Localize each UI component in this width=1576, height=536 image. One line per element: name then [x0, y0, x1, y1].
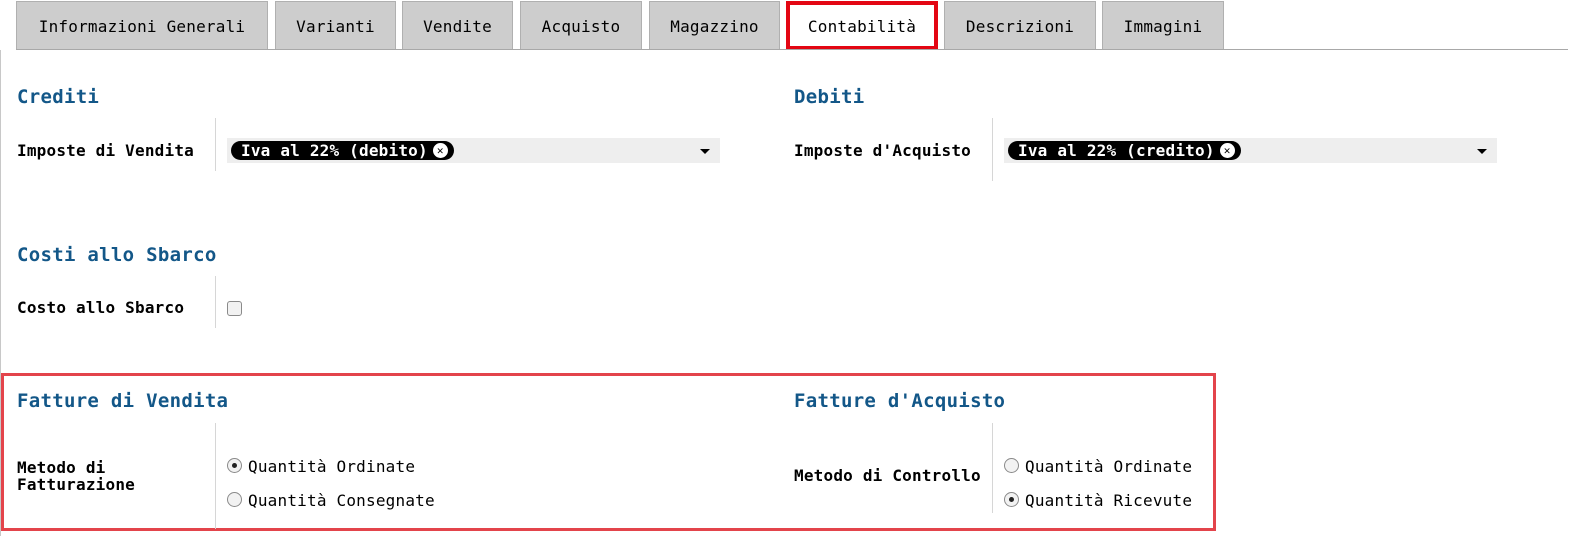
tab-underline [16, 49, 1568, 50]
radio-quantita-ordinate-acquisto[interactable]: Quantità Ordinate [1004, 457, 1192, 477]
tab-immagini[interactable]: Immagini [1102, 1, 1224, 50]
tax-tag-label: Iva al 22% (debito) [241, 141, 428, 160]
imposte-vendita-label: Imposte di Vendita [17, 141, 194, 160]
metodo-fatturazione-label-line1: Metodo di [17, 458, 106, 477]
radio-quantita-ricevute[interactable]: Quantità Ricevute [1004, 491, 1192, 511]
caret-down-icon[interactable] [700, 149, 710, 154]
tab-contabilita[interactable]: Contabilità [786, 1, 938, 50]
metodo-fatturazione-label: Metodo di Fatturazione [17, 459, 135, 493]
imposte-acquisto-select[interactable]: Iva al 22% (credito) ✕ [1004, 138, 1497, 163]
tab-magazzino[interactable]: Magazzino [649, 1, 780, 50]
radio-unselected-icon[interactable] [1004, 458, 1019, 473]
field-separator [215, 423, 216, 529]
costo-sbarco-checkbox[interactable] [227, 301, 242, 316]
radio-quantita-consegnate[interactable]: Quantità Consegnate [227, 491, 435, 511]
field-separator [215, 118, 216, 171]
tab-varianti[interactable]: Varianti [275, 1, 396, 50]
section-title-debiti: Debiti [794, 86, 865, 108]
field-separator [992, 423, 993, 513]
close-circle-icon[interactable]: ✕ [1219, 143, 1235, 158]
radio-selected-icon[interactable] [1004, 492, 1019, 507]
tab-acquisto[interactable]: Acquisto [520, 1, 642, 50]
radio-label: Quantità Consegnate [248, 491, 435, 510]
radio-quantita-ordinate-vendita[interactable]: Quantità Ordinate [227, 457, 415, 477]
radio-label: Quantità Ordinate [1025, 457, 1193, 476]
caret-down-icon[interactable] [1477, 149, 1487, 154]
section-title-costi-sbarco: Costi allo Sbarco [17, 244, 217, 266]
tab-informazioni-generali[interactable]: Informazioni Generali [16, 1, 268, 50]
product-form-accounting-tab: Informazioni Generali Varianti Vendite A… [0, 0, 1576, 536]
section-title-crediti: Crediti [17, 86, 100, 108]
radio-unselected-icon[interactable] [227, 492, 242, 507]
tax-tag-label: Iva al 22% (credito) [1018, 141, 1215, 160]
metodo-controllo-label: Metodo di Controllo [794, 466, 981, 485]
close-circle-icon[interactable]: ✕ [432, 143, 448, 158]
radio-label: Quantità Ricevute [1025, 491, 1193, 510]
radio-selected-icon[interactable] [227, 458, 242, 473]
costo-sbarco-label: Costo allo Sbarco [17, 298, 185, 317]
section-title-fatture-vendita: Fatture di Vendita [17, 390, 229, 412]
field-separator [992, 118, 993, 181]
tab-descrizioni[interactable]: Descrizioni [944, 1, 1096, 50]
field-separator [215, 276, 216, 328]
imposte-acquisto-label: Imposte d'Acquisto [794, 141, 971, 160]
tab-vendite[interactable]: Vendite [402, 1, 513, 50]
radio-label: Quantità Ordinate [248, 457, 416, 476]
tax-tag-credito: Iva al 22% (credito) ✕ [1008, 141, 1241, 160]
metodo-fatturazione-label-line2: Fatturazione [17, 475, 135, 494]
section-title-fatture-acquisto: Fatture d'Acquisto [794, 390, 1006, 412]
tax-tag-debito: Iva al 22% (debito) ✕ [231, 141, 454, 160]
imposte-vendita-select[interactable]: Iva al 22% (debito) ✕ [227, 138, 720, 163]
